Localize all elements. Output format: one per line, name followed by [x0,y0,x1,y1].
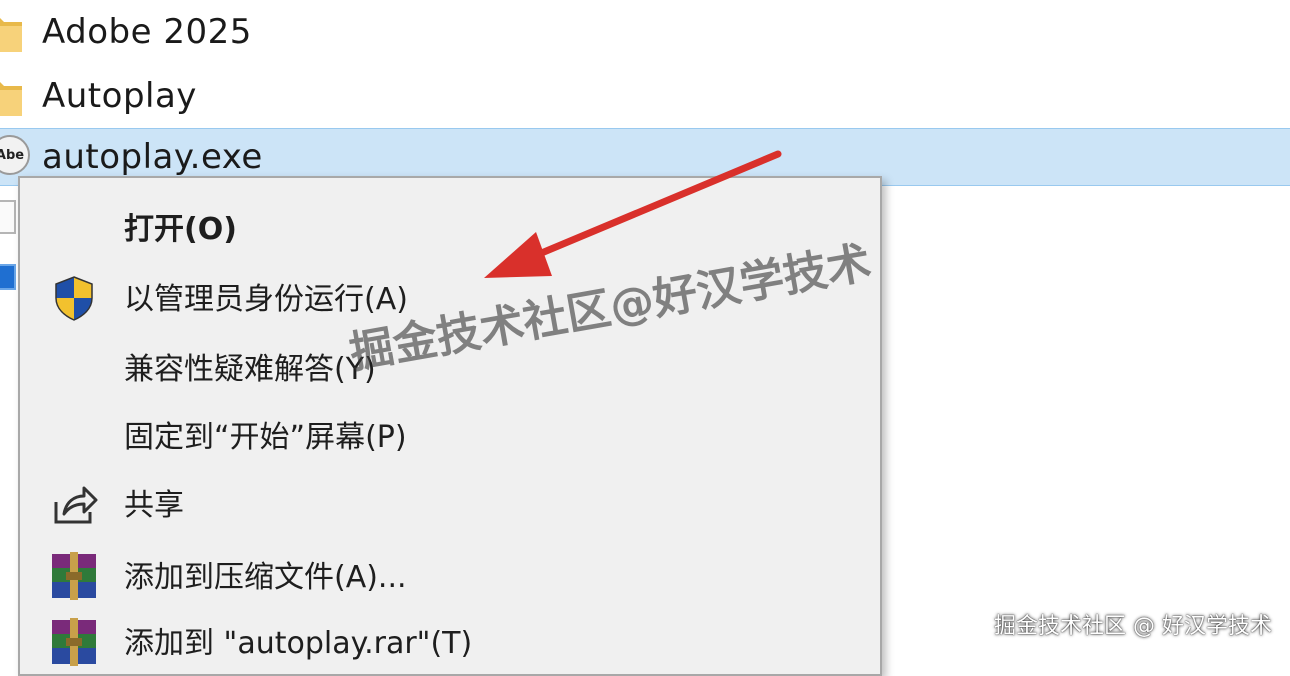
watermark-corner: 掘金技术社区 @ 好汉学技术 [994,614,1272,639]
